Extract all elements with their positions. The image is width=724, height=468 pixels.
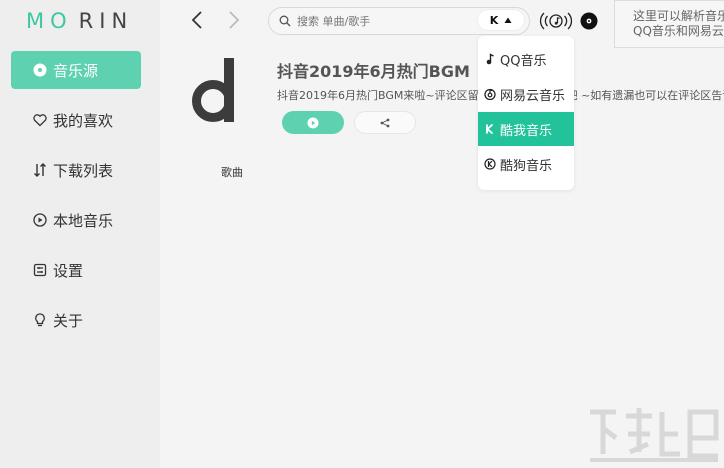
lightbulb-icon bbox=[33, 313, 47, 327]
radio-broadcast-icon bbox=[539, 12, 573, 30]
caret-up-icon bbox=[504, 17, 512, 23]
sidebar-item-downloads[interactable]: 下载列表 bbox=[11, 151, 141, 189]
search-icon bbox=[279, 15, 291, 27]
share-icon bbox=[380, 118, 390, 127]
source-option-label: 网易云音乐 bbox=[500, 88, 566, 104]
source-option-label: 酷狗音乐 bbox=[500, 158, 553, 174]
sidebar-item-label: 本地音乐 bbox=[53, 211, 114, 230]
music-source-dropdown: QQ音乐 网易云音乐 酷我音乐 酷狗音乐 bbox=[478, 36, 574, 190]
tooltip-line-2: QQ音乐和网易云 bbox=[633, 24, 724, 38]
forward-button[interactable] bbox=[225, 10, 243, 30]
sort-arrows-icon bbox=[33, 163, 47, 177]
kuwo-music-icon bbox=[484, 123, 496, 135]
tab-songs[interactable]: 歌曲 bbox=[221, 164, 243, 180]
netease-music-icon bbox=[484, 88, 496, 100]
source-option-kugou[interactable]: 酷狗音乐 bbox=[478, 147, 574, 181]
parse-hint-tooltip: 这里可以解析音乐 QQ音乐和网易云 bbox=[614, 0, 724, 48]
app-logo: MO RIN bbox=[26, 9, 133, 35]
sidebar-item-settings[interactable]: 设置 bbox=[11, 251, 141, 289]
source-current-label: K bbox=[489, 13, 499, 27]
now-playing-button[interactable] bbox=[580, 12, 598, 30]
music-source-select[interactable]: K bbox=[478, 10, 524, 30]
playlist-cover bbox=[192, 56, 238, 126]
sidebar-item-label: 设置 bbox=[53, 261, 84, 280]
play-circle-icon bbox=[33, 213, 47, 227]
chevron-right-icon bbox=[229, 11, 240, 29]
back-button[interactable] bbox=[188, 10, 206, 30]
sidebar-item-favorites[interactable]: 我的喜欢 bbox=[11, 101, 141, 139]
radio-broadcast-button[interactable] bbox=[538, 10, 574, 32]
logo-part-left: MO bbox=[26, 9, 73, 33]
play-circle-icon bbox=[307, 117, 319, 128]
qq-music-icon bbox=[484, 53, 496, 65]
sidebar-item-about[interactable]: 关于 bbox=[11, 301, 141, 339]
disc-icon bbox=[580, 12, 598, 30]
logo-part-right: RIN bbox=[78, 9, 134, 33]
kugou-music-icon bbox=[484, 158, 496, 170]
source-option-netease[interactable]: 网易云音乐 bbox=[478, 77, 574, 111]
sidebar-item-local-music[interactable]: 本地音乐 bbox=[11, 201, 141, 239]
tooltip-line-1: 这里可以解析音乐 bbox=[633, 9, 724, 23]
playlist-title: 抖音2019年6月热门BGM bbox=[277, 62, 470, 81]
source-option-label: QQ音乐 bbox=[500, 53, 547, 69]
sidebar-item-label: 音乐源 bbox=[53, 61, 99, 80]
sidebar-item-label: 关于 bbox=[53, 311, 84, 330]
chevron-left-icon bbox=[191, 11, 202, 29]
share-button[interactable] bbox=[354, 111, 416, 134]
sidebar: MO RIN 音乐源 我的喜欢 下载列表 本地音乐 设置 关于 bbox=[0, 0, 160, 468]
sidebar-item-label: 我的喜欢 bbox=[53, 111, 114, 130]
watermark-logo-icon bbox=[590, 408, 719, 462]
source-option-qq[interactable]: QQ音乐 bbox=[478, 42, 574, 76]
heart-icon bbox=[33, 113, 47, 127]
search-input[interactable] bbox=[297, 14, 467, 28]
play-all-button[interactable] bbox=[282, 111, 344, 134]
source-option-kuwo[interactable]: 酷我音乐 bbox=[478, 112, 574, 146]
site-watermark bbox=[586, 404, 722, 466]
source-option-label: 酷我音乐 bbox=[500, 123, 553, 139]
douyin-logo-icon bbox=[192, 58, 234, 122]
settings-icon bbox=[33, 263, 47, 277]
sidebar-item-music-source[interactable]: 音乐源 bbox=[11, 51, 141, 89]
sidebar-item-label: 下载列表 bbox=[53, 161, 114, 180]
disc-icon bbox=[33, 63, 47, 77]
